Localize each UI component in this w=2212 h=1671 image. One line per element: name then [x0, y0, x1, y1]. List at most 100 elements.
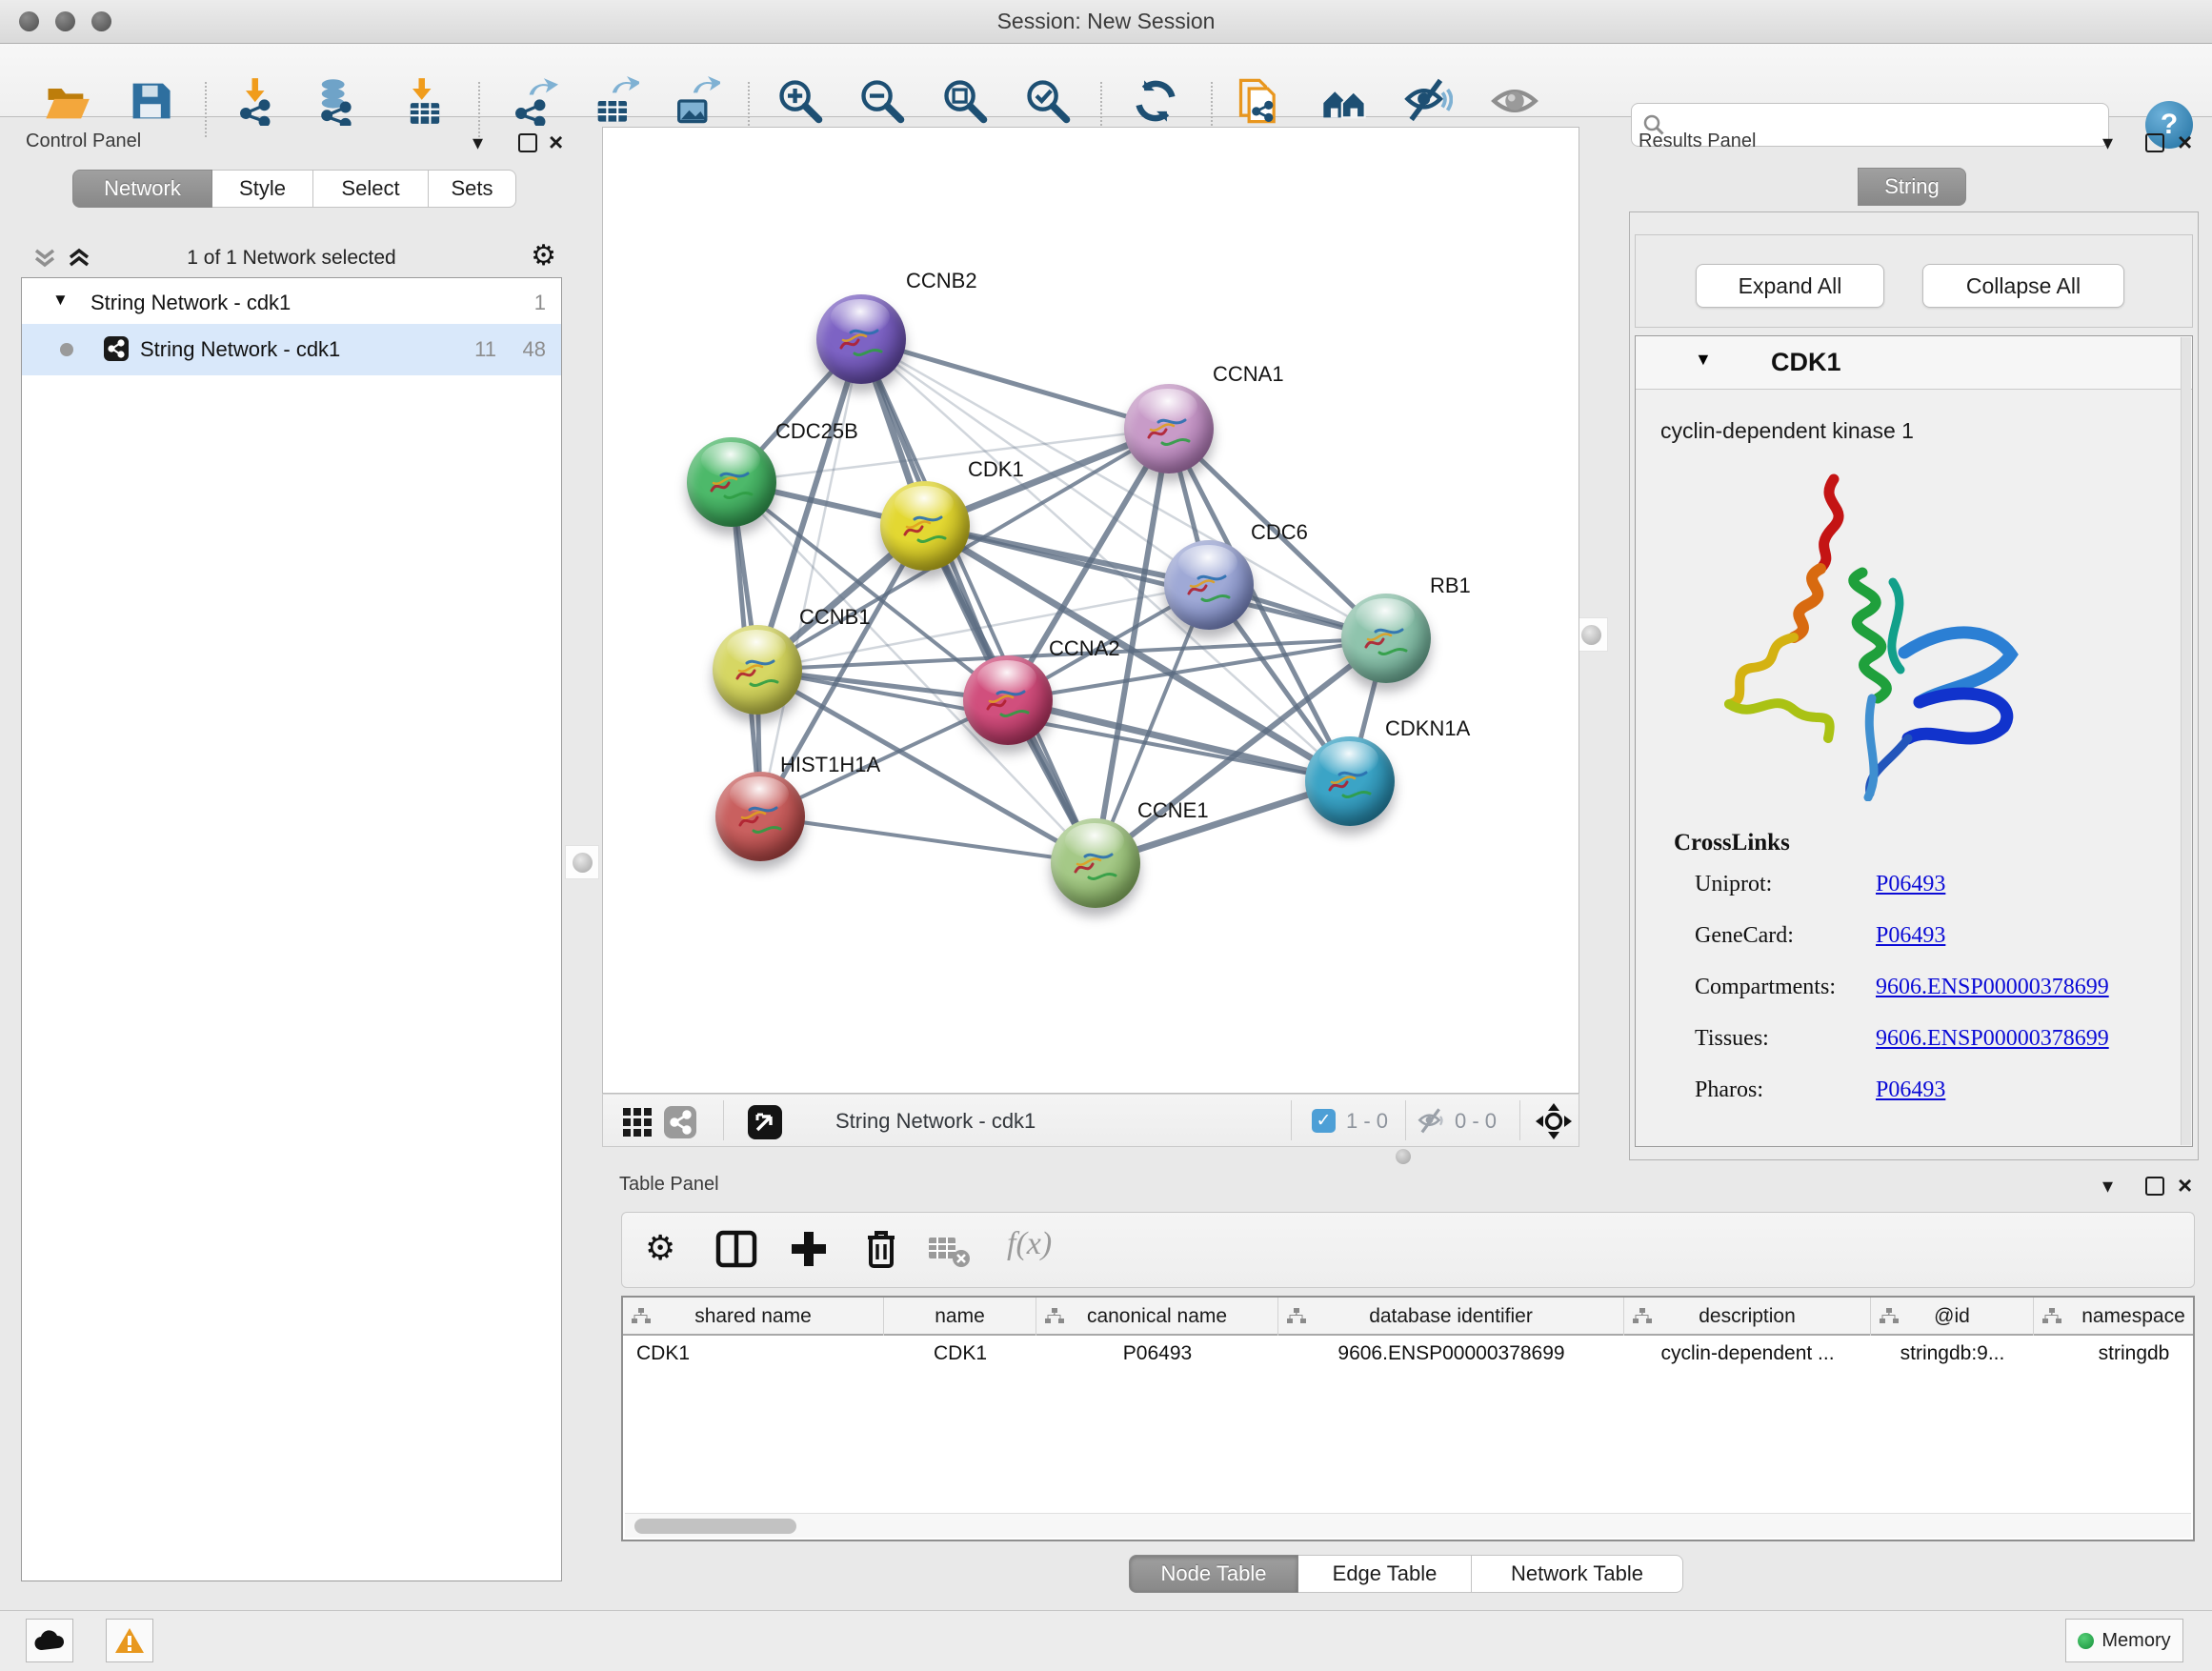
- edge-CCNB2-CCNE1[interactable]: [861, 339, 1096, 863]
- column-header-label: shared name: [694, 1305, 812, 1328]
- collection-expander-icon[interactable]: ▼: [52, 291, 69, 310]
- collapse-all-button[interactable]: Collapse All: [1922, 264, 2124, 308]
- control-panel-menu-icon[interactable]: ▾: [473, 131, 483, 155]
- node-RB1[interactable]: [1341, 594, 1431, 683]
- cell-id[interactable]: stringdb:9...: [1871, 1336, 2034, 1372]
- table-options-gear-icon[interactable]: ⚙: [645, 1228, 675, 1268]
- gene-expander-icon[interactable]: ▼: [1695, 350, 1712, 370]
- network-options-gear-icon[interactable]: ⚙: [531, 239, 556, 272]
- scrollbar-thumb[interactable]: [634, 1519, 796, 1534]
- show-columns-icon[interactable]: [714, 1226, 759, 1272]
- memory-button[interactable]: Memory: [2065, 1619, 2183, 1662]
- cloud-button[interactable]: [26, 1619, 73, 1662]
- table-panel-close-icon[interactable]: ×: [2178, 1176, 2192, 1195]
- column-header-id[interactable]: @id: [1871, 1298, 2034, 1336]
- left-splitter-handle[interactable]: [565, 845, 599, 879]
- import-table-file-icon[interactable]: [400, 76, 450, 126]
- hide-selected-icon[interactable]: [1403, 76, 1453, 126]
- home-icon[interactable]: [1319, 76, 1369, 126]
- import-network-database-icon[interactable]: [312, 76, 362, 126]
- network-overview-icon[interactable]: [664, 1106, 696, 1138]
- node-CDK1[interactable]: [880, 481, 970, 571]
- network-collection-row[interactable]: ▼ String Network - cdk1 1: [22, 278, 561, 324]
- edge-HIST1H1A-CCNE1[interactable]: [760, 816, 1096, 863]
- table-row[interactable]: CDK1CDK1P064939606.ENSP00000378699cyclin…: [623, 1336, 2193, 1372]
- tab-select[interactable]: Select: [313, 170, 429, 208]
- edge-CDK1-RB1[interactable]: [925, 526, 1386, 638]
- node-CCNB1[interactable]: [713, 625, 802, 715]
- network-row-selected[interactable]: String Network - cdk1 11 48: [22, 324, 561, 375]
- selected-checkbox-icon[interactable]: ✓: [1312, 1109, 1336, 1133]
- network-canvas[interactable]: CCNB2CCNA1CDC25BCDK1CDC6RB1CCNB1CCNA2CDK…: [602, 127, 1579, 1094]
- results-scrollbar[interactable]: [2181, 337, 2191, 1145]
- tab-style[interactable]: Style: [212, 170, 313, 208]
- zoom-selected-icon[interactable]: [1023, 76, 1073, 126]
- column-header-label: database identifier: [1369, 1305, 1533, 1328]
- column-header-sharedname[interactable]: shared name: [623, 1298, 884, 1336]
- export-network-icon[interactable]: [509, 76, 558, 126]
- results-panel-close-icon[interactable]: ×: [2178, 132, 2192, 151]
- save-session-icon[interactable]: [126, 76, 175, 126]
- node-CDC25B[interactable]: [687, 437, 776, 527]
- control-panel-close-icon[interactable]: ×: [549, 132, 563, 151]
- tab-edge-table[interactable]: Edge Table: [1298, 1555, 1472, 1593]
- crosslink-link[interactable]: 9606.ENSP00000378699: [1876, 975, 2109, 1000]
- node-CCNE1[interactable]: [1051, 818, 1140, 908]
- zoom-fit-icon[interactable]: [940, 76, 990, 126]
- open-session-icon[interactable]: [42, 76, 91, 126]
- results-panel-float-icon[interactable]: [2145, 133, 2164, 152]
- gene-section-header[interactable]: ▼ CDK1: [1636, 336, 2192, 390]
- tab-network[interactable]: Network: [72, 170, 212, 208]
- node-CCNB2[interactable]: [816, 294, 906, 384]
- cell-description[interactable]: cyclin-dependent ...: [1624, 1336, 1871, 1372]
- tab-network-table[interactable]: Network Table: [1472, 1555, 1683, 1593]
- table-panel-menu-icon[interactable]: ▾: [2102, 1174, 2113, 1198]
- node-CCNA1[interactable]: [1124, 384, 1214, 473]
- control-panel-float-icon[interactable]: [518, 133, 537, 152]
- cell-sharedname[interactable]: CDK1: [623, 1336, 884, 1372]
- zoom-out-icon[interactable]: [857, 76, 907, 126]
- zoom-in-icon[interactable]: [775, 76, 825, 126]
- export-image-icon[interactable]: [671, 76, 720, 126]
- column-header-databaseidentifier[interactable]: database identifier: [1278, 1298, 1624, 1336]
- import-network-file-icon[interactable]: [233, 76, 283, 126]
- column-header-description[interactable]: description: [1624, 1298, 1871, 1336]
- node-CDKN1A[interactable]: [1305, 736, 1395, 826]
- cell-name[interactable]: CDK1: [884, 1336, 1036, 1372]
- delete-column-trash-icon[interactable]: [858, 1226, 904, 1272]
- bottom-splitter-handle[interactable]: [1396, 1149, 1411, 1164]
- expand-all-button[interactable]: Expand All: [1696, 264, 1884, 308]
- table-horizontal-scrollbar[interactable]: [625, 1513, 2191, 1538]
- edge-CCNB2-CCNA1[interactable]: [861, 339, 1169, 429]
- delete-table-icon[interactable]: [929, 1234, 971, 1268]
- create-column-plus-icon[interactable]: [786, 1226, 832, 1272]
- cell-databaseidentifier[interactable]: 9606.ENSP00000378699: [1278, 1336, 1624, 1372]
- table-panel-float-icon[interactable]: [2145, 1177, 2164, 1196]
- column-header-namespace[interactable]: namespace: [2034, 1298, 2212, 1336]
- function-builder-icon[interactable]: f(x): [1007, 1226, 1052, 1262]
- results-panel-menu-icon[interactable]: ▾: [2102, 131, 2113, 155]
- cell-canonicalname[interactable]: P06493: [1036, 1336, 1278, 1372]
- node-CDC6[interactable]: [1164, 540, 1254, 630]
- pan-crosshair-icon[interactable]: [1535, 1102, 1573, 1140]
- tab-node-table[interactable]: Node Table: [1129, 1555, 1298, 1593]
- column-header-canonicalname[interactable]: canonical name: [1036, 1298, 1278, 1336]
- crosslink-link[interactable]: 9606.ENSP00000378699: [1876, 1026, 2109, 1052]
- column-header-name[interactable]: name: [884, 1298, 1036, 1336]
- warnings-button[interactable]: [106, 1619, 153, 1662]
- crosslink-link[interactable]: P06493: [1876, 1077, 1945, 1103]
- clone-network-icon[interactable]: [1235, 76, 1284, 126]
- node-CCNA2[interactable]: [963, 655, 1053, 745]
- export-table-icon[interactable]: [590, 76, 639, 126]
- tab-sets[interactable]: Sets: [429, 170, 516, 208]
- birdseye-grid-icon[interactable]: [622, 1107, 653, 1137]
- crosslink-link[interactable]: P06493: [1876, 923, 1945, 949]
- edge-CCNB2-HIST1H1A[interactable]: [760, 339, 861, 816]
- crosslink-link[interactable]: P06493: [1876, 872, 1945, 897]
- open-in-window-icon[interactable]: [748, 1105, 782, 1139]
- node-HIST1H1A[interactable]: [715, 772, 805, 861]
- show-all-icon[interactable]: [1490, 76, 1539, 126]
- cell-namespace[interactable]: stringdb: [2034, 1336, 2212, 1372]
- refresh-icon[interactable]: [1131, 76, 1180, 126]
- tab-string[interactable]: String: [1858, 168, 1966, 206]
